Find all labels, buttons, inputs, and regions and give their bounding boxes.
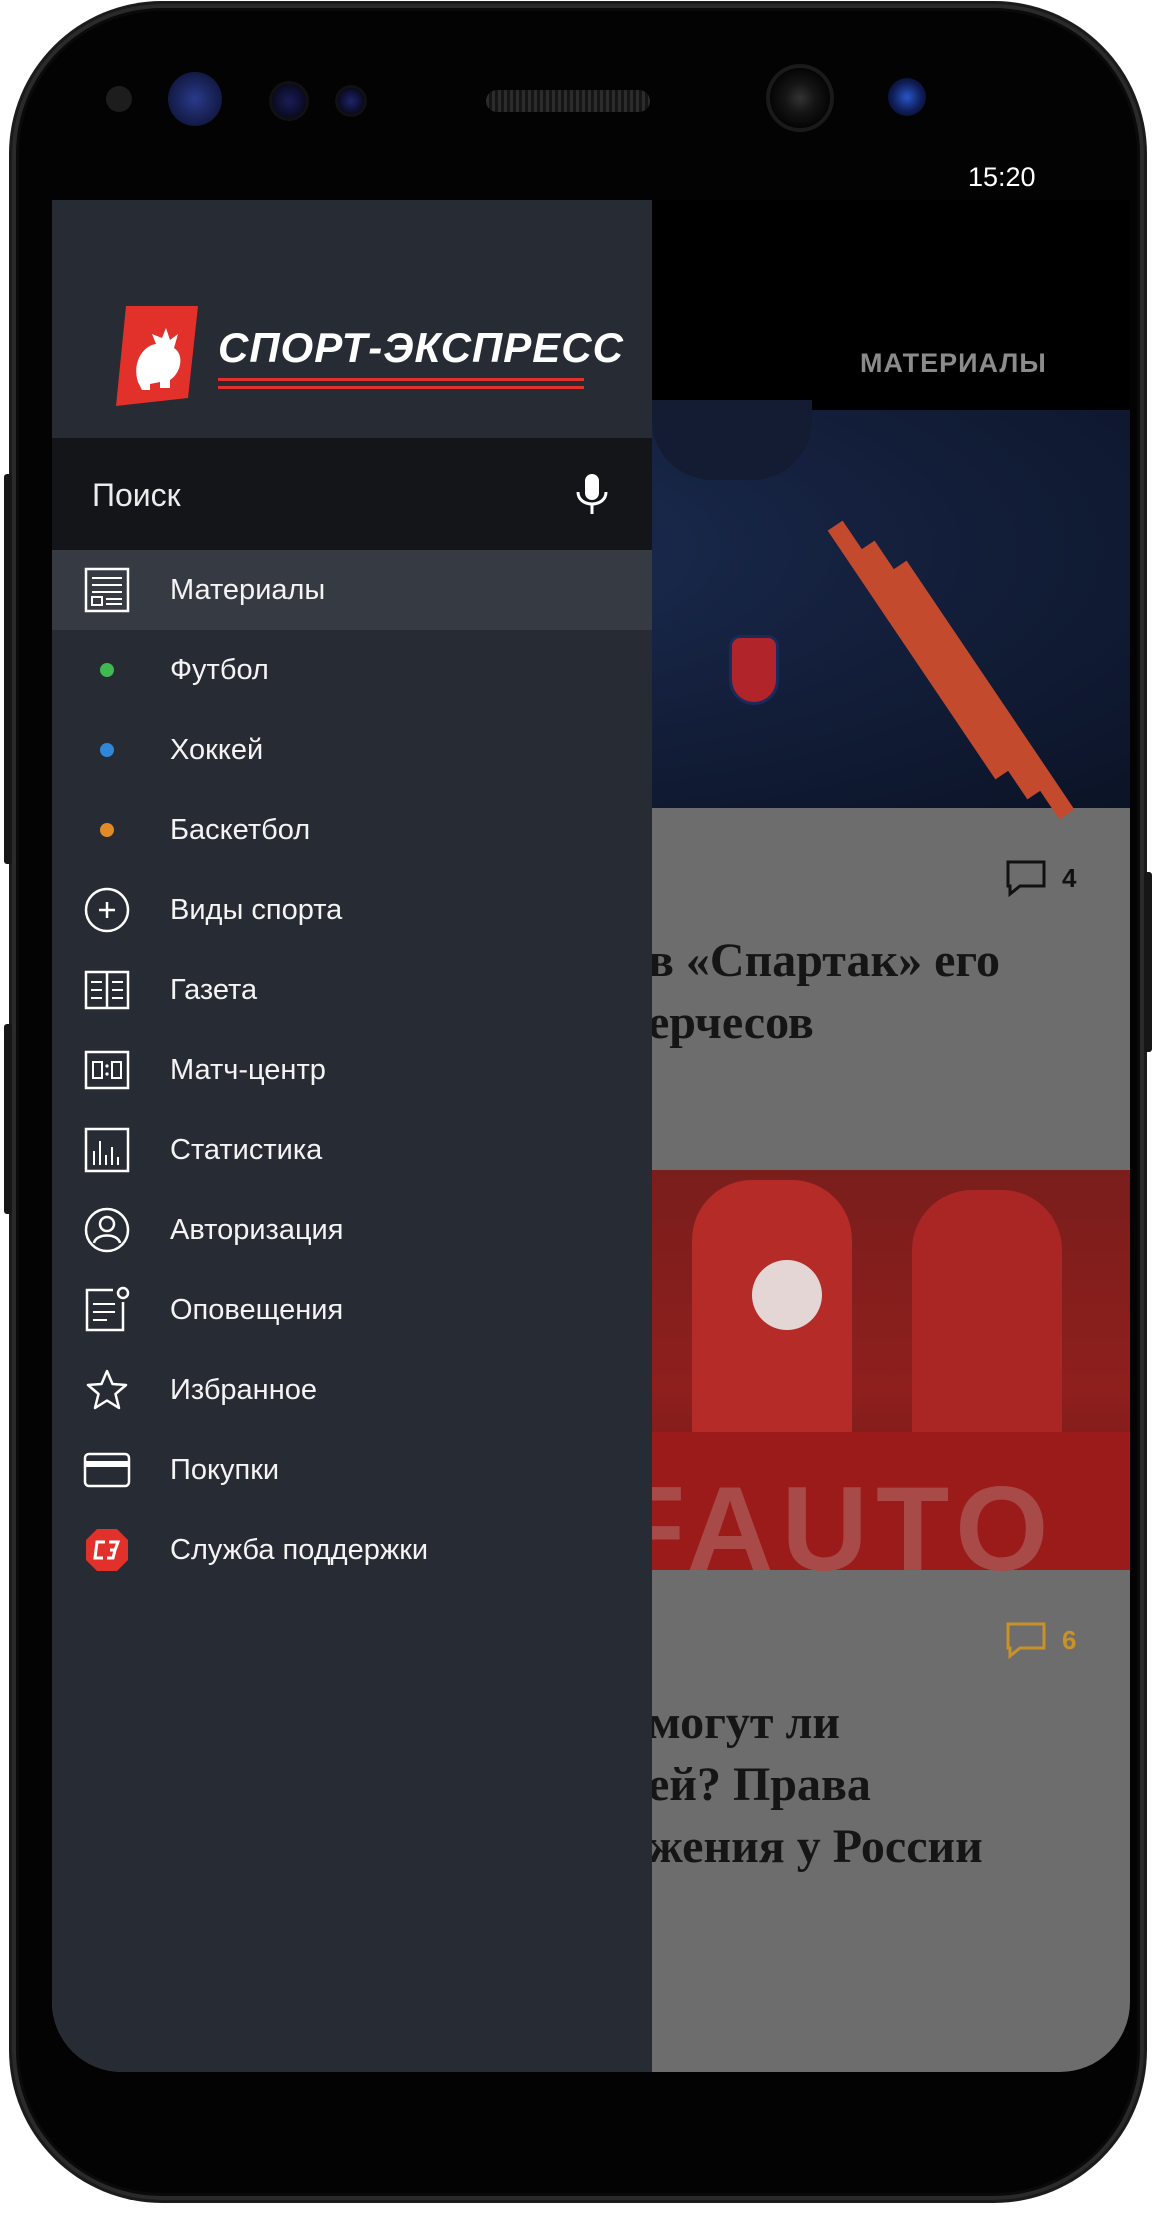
drawer-header: СПОРТ-ЭКСПРЕСС xyxy=(52,200,652,438)
menu-item-label: Виды спорта xyxy=(170,893,343,926)
sensor xyxy=(106,86,132,112)
support-icon xyxy=(82,1525,132,1575)
newspaper-icon xyxy=(82,565,132,615)
proximity-sensor xyxy=(888,78,926,116)
sensor xyxy=(272,84,306,118)
menu-item-basketball[interactable]: Баскетбол xyxy=(52,790,652,870)
menu-item-label: Покупки xyxy=(170,1453,280,1486)
article-headline[interactable]: могут ли ей? Права жения у России xyxy=(648,1692,983,1878)
menu-item-label: Баскетбол xyxy=(170,813,311,846)
menu-item-purchases[interactable]: Покупки xyxy=(52,1430,652,1510)
article-headline[interactable]: в «Спартак» его ерчесов xyxy=(648,930,1000,1054)
player xyxy=(912,1190,1062,1440)
comment-icon xyxy=(1006,1622,1046,1660)
menu-item-label: Газета xyxy=(170,973,258,1006)
menu-item-newspaper[interactable]: Газета xyxy=(52,950,652,1030)
power-button xyxy=(4,474,12,864)
screen: И МАТЕРИАЛЫ 4 в «Спартак» его ерчесов xyxy=(52,200,1130,2072)
bixby-button xyxy=(1144,872,1152,1052)
comment-count: 6 xyxy=(1062,1624,1077,1655)
card-icon xyxy=(82,1445,132,1495)
user-icon xyxy=(82,1205,132,1255)
notification-icon xyxy=(82,1285,132,1335)
menu-item-notifications[interactable]: Оповещения xyxy=(52,1270,652,1350)
dot-icon xyxy=(82,645,132,695)
navigation-drawer: СПОРТ-ЭКСПРЕСС Материалы xyxy=(52,200,652,2072)
menu-item-label: Избранное xyxy=(170,1373,317,1406)
front-camera xyxy=(770,68,830,128)
banner-text: FAUTO xyxy=(612,1462,1057,1596)
search-input[interactable] xyxy=(90,466,554,524)
logo-emblem-icon xyxy=(116,306,198,406)
comment-icon xyxy=(1006,860,1046,898)
hood xyxy=(652,400,812,480)
sensor xyxy=(338,88,364,114)
star-icon xyxy=(82,1365,132,1415)
volume-button xyxy=(4,1024,12,1214)
dot-icon xyxy=(82,805,132,855)
iris-scanner xyxy=(168,72,222,126)
menu-item-sports[interactable]: Виды спорта xyxy=(52,870,652,950)
menu-item-label: Хоккей xyxy=(170,733,264,766)
menu-item-hockey[interactable]: Хоккей xyxy=(52,710,652,790)
jacket-stripe xyxy=(891,560,1075,820)
menu-item-label: Матч-центр xyxy=(170,1053,326,1086)
menu-item-label: Футбол xyxy=(170,653,269,686)
jacket-stripe xyxy=(827,520,1011,780)
plus-circle-icon xyxy=(82,885,132,935)
menu-item-materials[interactable]: Материалы xyxy=(52,550,652,630)
status-time: 15:20 xyxy=(968,162,1036,192)
scoreboard-icon xyxy=(82,1045,132,1095)
comments-link[interactable]: 4 xyxy=(1004,858,1076,898)
menu-item-label: Оповещения xyxy=(170,1293,344,1326)
player-emblem xyxy=(752,1260,822,1330)
logo-underline xyxy=(218,378,584,381)
jacket-stripe xyxy=(859,540,1043,800)
book-icon xyxy=(82,965,132,1015)
logo-underline xyxy=(218,386,584,389)
menu-item-label: Авторизация xyxy=(170,1213,344,1246)
menu-item-favorites[interactable]: Избранное xyxy=(52,1350,652,1430)
menu-item-statistics[interactable]: Статистика xyxy=(52,1110,652,1190)
chart-icon xyxy=(82,1125,132,1175)
comment-count: 4 xyxy=(1062,862,1077,893)
menu-item-football[interactable]: Футбол xyxy=(52,630,652,710)
microphone-icon[interactable] xyxy=(572,472,612,516)
earpiece-speaker xyxy=(486,90,650,112)
menu-item-label: Служба поддержки xyxy=(170,1533,429,1566)
phone-frame: 15:20 И МАТЕРИАЛЫ 4 в «Спартак» его ерче… xyxy=(4,4,1152,2200)
menu-item-authorization[interactable]: Авторизация xyxy=(52,1190,652,1270)
logo-text: СПОРТ-ЭКСПРЕСС xyxy=(218,324,624,371)
comments-link[interactable]: 6 xyxy=(1004,1620,1076,1660)
menu-item-label: Материалы xyxy=(170,573,326,606)
badge-emblem xyxy=(732,638,776,702)
menu-item-match-center[interactable]: Матч-центр xyxy=(52,1030,652,1110)
menu-item-support[interactable]: Служба поддержки xyxy=(52,1510,652,1590)
search-bar xyxy=(52,438,652,550)
tab-materials[interactable]: МАТЕРИАЛЫ xyxy=(860,348,1047,379)
menu-item-label: Статистика xyxy=(170,1133,323,1166)
dot-icon xyxy=(82,725,132,775)
